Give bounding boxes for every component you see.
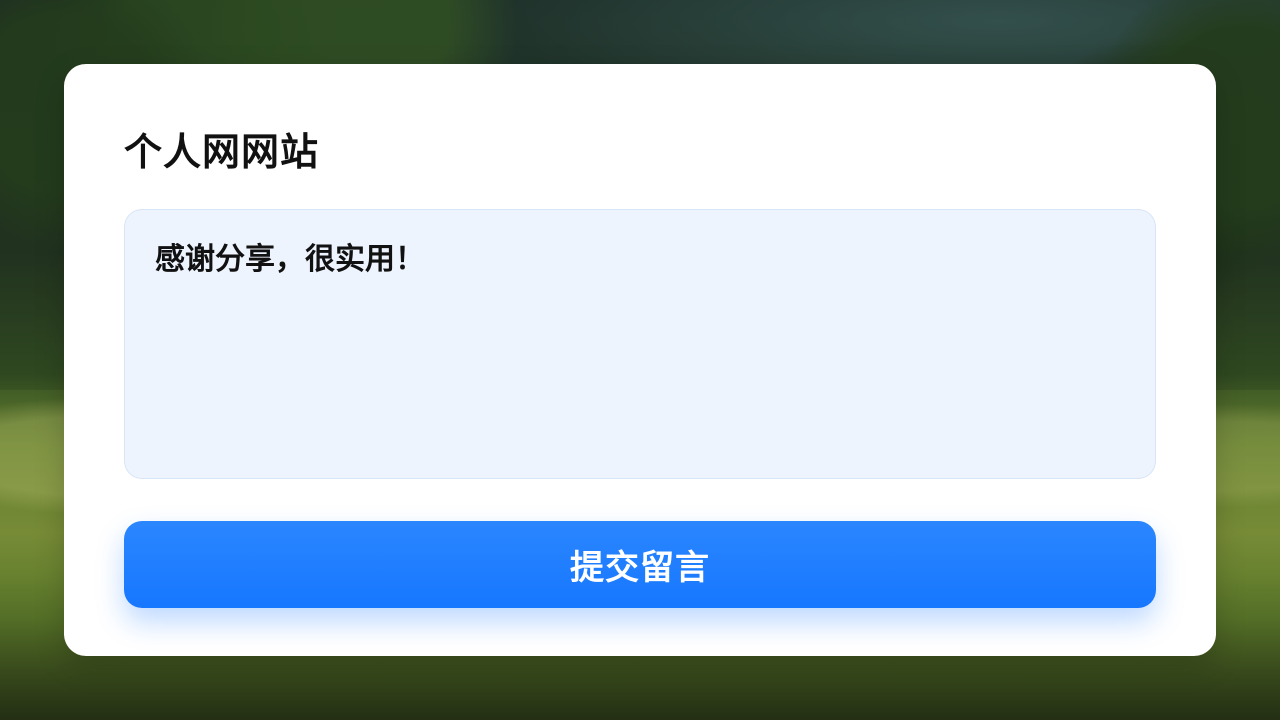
submit-comment-button[interactable]: 提交留言 xyxy=(124,521,1156,608)
comment-card: 个人网网站 感谢分享，很实用！ 提交留言 xyxy=(64,64,1216,656)
comment-input[interactable]: 感谢分享，很实用！ xyxy=(124,209,1156,479)
page-title: 个人网网站 xyxy=(124,130,320,174)
